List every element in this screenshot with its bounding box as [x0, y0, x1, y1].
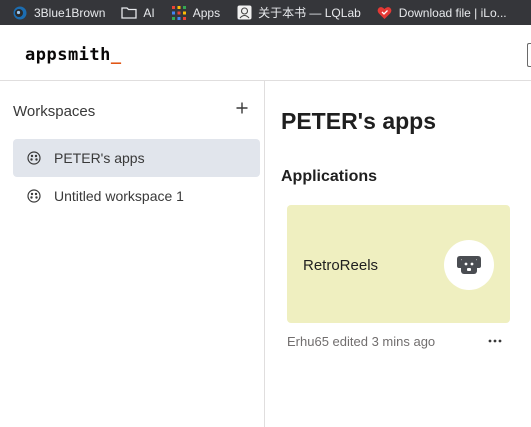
- apps-grid-icon: [171, 5, 187, 21]
- app-header: appsmith_: [0, 25, 531, 81]
- bookmark-download-file[interactable]: Download file | iLo...: [377, 5, 507, 21]
- appsmith-logo[interactable]: appsmith_: [25, 45, 122, 65]
- bookmark-lqlab[interactable]: 关于本书 — LQLab: [236, 4, 361, 21]
- add-workspace-button[interactable]: [234, 100, 250, 116]
- app-more-options-button[interactable]: [486, 332, 504, 350]
- bookmark-label: 关于本书 — LQLab: [258, 6, 361, 20]
- app-card-retroreels[interactable]: RetroReels: [287, 205, 510, 323]
- applications-heading: Applications: [281, 168, 378, 185]
- 3blue1brown-icon: [12, 5, 28, 21]
- sidebar-item-peters-apps[interactable]: PETER's apps: [13, 139, 260, 177]
- sidebar-item-label: PETER's apps: [54, 150, 145, 166]
- logo-text: appsmith: [25, 45, 111, 65]
- app-edited-status: Erhu65 edited 3 mins ago: [287, 334, 436, 349]
- workspaces-heading: Workspaces: [13, 103, 96, 120]
- bookmark-label: Download file | iLo...: [398, 5, 507, 20]
- plus-icon: [236, 102, 248, 114]
- bookmark-label: 3Blue1Brown: [34, 5, 106, 20]
- sidebar-item-untitled-workspace-1[interactable]: Untitled workspace 1: [13, 177, 260, 215]
- bookmark-label: Apps: [192, 5, 221, 20]
- lqlab-icon: [236, 5, 252, 21]
- app-card-name: RetroReels: [303, 257, 379, 274]
- header-edge-control[interactable]: [527, 43, 531, 67]
- more-horizontal-icon: [488, 339, 502, 343]
- workspaces-sidebar: Workspaces PETER's apps Untitled workspa…: [0, 81, 265, 427]
- bookmarks-bar: 3Blue1Brown AI Apps 关于本书 — LQLab Downloa…: [0, 0, 531, 25]
- bookmark-apps[interactable]: Apps: [171, 5, 220, 21]
- sidebar-item-label: Untitled workspace 1: [54, 188, 184, 204]
- dog-icon: [457, 256, 481, 274]
- app-icon-container: [444, 240, 494, 290]
- bookmark-ai[interactable]: AI: [121, 5, 155, 21]
- workspace-icon: [27, 151, 41, 165]
- heart-icon: [377, 5, 393, 21]
- page-title: PETER's apps: [281, 108, 437, 134]
- bookmark-3blue1brown[interactable]: 3Blue1Brown: [12, 5, 105, 21]
- bookmark-label: AI: [143, 5, 155, 20]
- folder-icon: [121, 5, 138, 21]
- logo-cursor: _: [110, 45, 122, 65]
- workspace-icon: [27, 189, 41, 203]
